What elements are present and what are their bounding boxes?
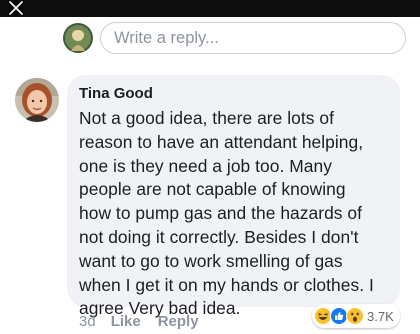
- comment-bubble: Tina Good Not a good idea, there are lot…: [67, 75, 400, 318]
- current-user-avatar: [63, 23, 93, 53]
- close-button[interactable]: [6, 0, 26, 17]
- comment-line: people are not capable of knowing: [79, 179, 346, 200]
- wow-icon: [346, 307, 364, 325]
- reply-button[interactable]: Reply: [158, 313, 199, 330]
- comment-line: Not a good idea, there are lots of: [79, 108, 334, 128]
- top-bar: [0, 0, 420, 17]
- like-button[interactable]: Like: [111, 313, 141, 330]
- commenter-avatar[interactable]: [15, 78, 59, 122]
- comment-author[interactable]: Tina Good: [79, 84, 390, 103]
- comment-thread-screen: Write a reply... Tina Good Not a good id…: [0, 0, 420, 334]
- comment-timestamp[interactable]: 3d: [79, 313, 96, 330]
- comment-line: reason to have an attendant helping,: [79, 131, 364, 152]
- reply-input[interactable]: Write a reply...: [100, 22, 406, 54]
- comment-line: want to go to work smelling of gas: [79, 250, 343, 271]
- comment-line: one is they need a job too. Many: [79, 155, 332, 176]
- comment-line: when I get it on my hands or clothes. I: [79, 274, 374, 295]
- comment-text: Not a good idea, there are lots of reaso…: [79, 107, 390, 321]
- reaction-count: 3.7K: [367, 308, 394, 324]
- comment-actions: 3d Like Reply: [79, 311, 199, 331]
- comment-line: not doing it correctly. Besides I don't: [79, 226, 359, 247]
- close-icon: [9, 1, 23, 15]
- comment-line: how to pump gas and the hazards of: [79, 203, 363, 224]
- reactions-summary[interactable]: 3.7K: [312, 304, 400, 328]
